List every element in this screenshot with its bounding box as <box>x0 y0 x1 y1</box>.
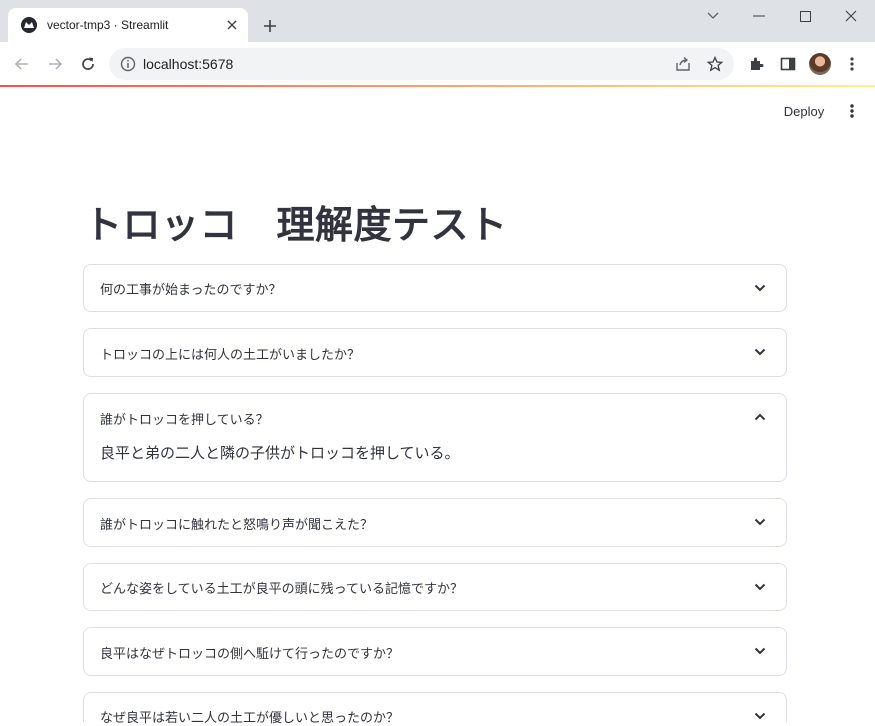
tab-search-chevron-icon[interactable] <box>699 6 727 26</box>
page-title: トロッコ 理解度テスト <box>84 203 508 247</box>
back-arrow-icon[interactable] <box>10 52 34 76</box>
streamlit-favicon-icon <box>21 17 37 33</box>
expander-expanded[interactable]: 誰がトロッコを押している？ 良平と弟の二人と隣の子供がトロッコを押している。 <box>83 393 787 482</box>
chevron-down-icon[interactable] <box>752 643 768 659</box>
browser-menu-icon[interactable] <box>842 54 862 74</box>
expander[interactable]: 良平はなぜトロッコの側へ駈けて行ったのですか？ <box>83 627 787 676</box>
address-bar[interactable]: localhost:5678 <box>109 48 734 80</box>
deploy-button[interactable]: Deploy <box>776 98 832 124</box>
expander-question: トロッコの上には何人の土工がいましたか？ <box>100 348 361 363</box>
tab-title: vector-tmp3 · Streamlit <box>47 18 169 32</box>
streamlit-header-decoration <box>0 85 875 87</box>
site-info-icon[interactable] <box>120 56 136 72</box>
profile-avatar[interactable] <box>809 53 831 75</box>
expander[interactable]: トロッコの上には何人の土工がいましたか？ <box>83 328 787 377</box>
maximize-icon[interactable] <box>791 6 819 26</box>
forward-arrow-icon[interactable] <box>43 52 67 76</box>
close-tab-icon[interactable] <box>224 17 240 33</box>
share-icon[interactable] <box>674 55 692 73</box>
extensions-puzzle-icon[interactable] <box>746 54 766 74</box>
expander[interactable]: 誰がトロッコに触れたと怒鳴り声が聞こえた？ <box>83 498 787 547</box>
expander-question: 何の工事が始まったのですか？ <box>100 283 282 298</box>
reload-icon[interactable] <box>76 52 100 76</box>
bookmark-star-icon[interactable] <box>706 55 724 73</box>
main-menu-icon[interactable] <box>842 100 862 122</box>
browser-toolbar: localhost:5678 <box>0 42 875 86</box>
expander-question: 誰がトロッコを押している？ <box>100 413 269 428</box>
expander-question: 誰がトロッコに触れたと怒鳴り声が聞こえた？ <box>100 518 374 533</box>
minimize-icon[interactable] <box>745 6 773 26</box>
chevron-down-icon[interactable] <box>752 280 768 296</box>
chevron-down-icon[interactable] <box>752 708 768 724</box>
chevron-up-icon[interactable] <box>752 409 768 425</box>
url-text: localhost:5678 <box>143 56 234 72</box>
new-tab-icon[interactable] <box>258 14 282 38</box>
expander[interactable]: どんな姿をしている土工が良平の頭に残っている記憶ですか？ <box>83 563 787 611</box>
expander[interactable]: 何の工事が始まったのですか？ <box>83 264 787 312</box>
browser-tab-bar: vector-tmp3 · Streamlit <box>0 0 875 42</box>
expander-question: 良平はなぜトロッコの側へ駈けて行ったのですか？ <box>100 647 400 662</box>
chevron-down-icon[interactable] <box>752 579 768 595</box>
close-window-icon[interactable] <box>837 6 865 26</box>
expander-question: どんな姿をしている土工が良平の頭に残っている記憶ですか？ <box>100 582 463 597</box>
expander-answer: 良平と弟の二人と隣の子供がトロッコを押している。 <box>100 444 460 462</box>
chevron-down-icon[interactable] <box>752 344 768 360</box>
expander[interactable]: なぜ良平は若い二人の土工が優しいと思ったのか？ <box>83 692 787 726</box>
expander-question: なぜ良平は若い二人の土工が優しいと思ったのか？ <box>100 711 400 726</box>
browser-tab[interactable]: vector-tmp3 · Streamlit <box>8 8 248 42</box>
chevron-down-icon[interactable] <box>752 514 768 530</box>
side-panel-icon[interactable] <box>778 54 798 74</box>
